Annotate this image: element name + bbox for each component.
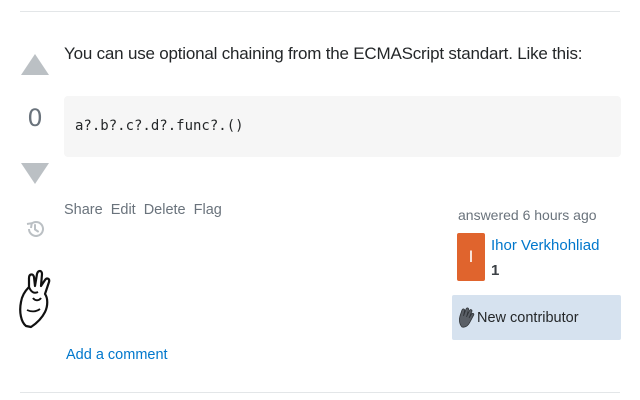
avatar[interactable]: I xyxy=(457,233,485,281)
add-comment-link[interactable]: Add a comment xyxy=(66,347,168,363)
vote-count: 0 xyxy=(27,104,43,132)
answer-page: 0 You can use optional chaining from the… xyxy=(0,0,640,400)
answered-timestamp: answered 6 hours ago xyxy=(458,207,597,223)
user-name-link[interactable]: Ihor Verkhohliad xyxy=(491,237,599,254)
new-contributor-label: New contributor xyxy=(477,310,579,326)
answer-body-text: You can use optional chaining from the E… xyxy=(64,44,583,63)
share-link[interactable]: Share xyxy=(64,202,103,218)
code-snippet: a?.b?.c?.d?.func?.() xyxy=(75,118,244,134)
edit-link[interactable]: Edit xyxy=(111,202,136,218)
wave-hand-icon xyxy=(459,307,475,328)
reputation-score: 1 xyxy=(491,262,500,279)
upvote-arrow-icon[interactable] xyxy=(21,54,49,75)
new-contributor-badge[interactable]: New contributor xyxy=(452,295,621,340)
code-block: a?.b?.c?.d?.func?.() xyxy=(64,96,621,157)
flag-link[interactable]: Flag xyxy=(194,202,222,218)
bottom-divider xyxy=(20,392,620,393)
delete-link[interactable]: Delete xyxy=(144,202,186,218)
post-menu: Share Edit Delete Flag xyxy=(64,202,222,218)
top-divider xyxy=(20,11,620,12)
history-icon[interactable] xyxy=(24,218,46,240)
downvote-arrow-icon[interactable] xyxy=(21,163,49,184)
hand-gesture-icon xyxy=(19,269,51,329)
